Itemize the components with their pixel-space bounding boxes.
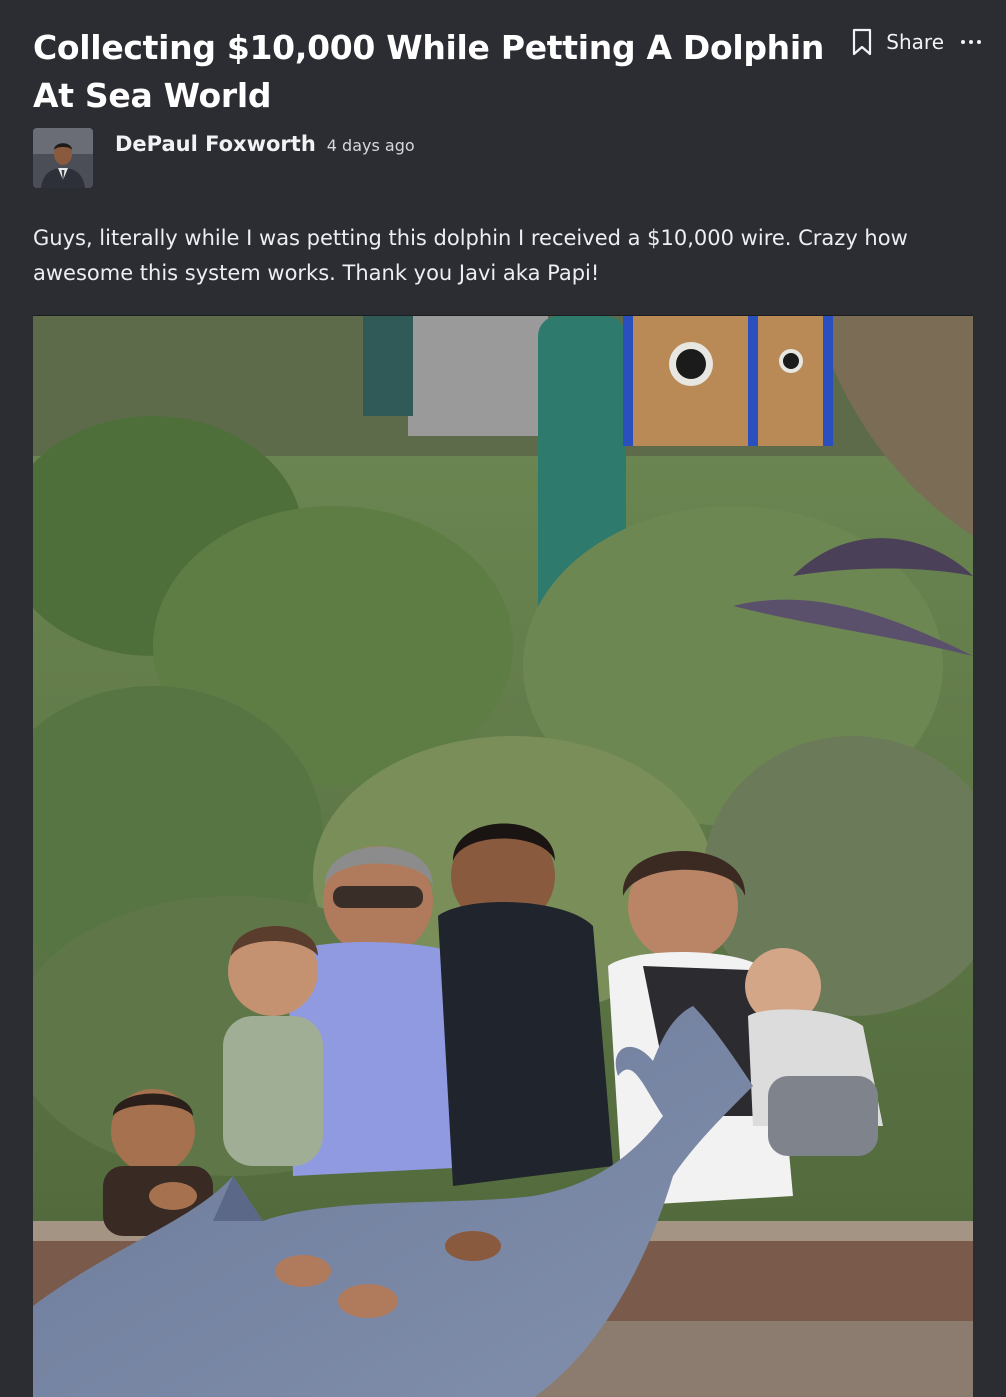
post-photo[interactable]	[33, 315, 973, 1397]
author-row: DePaul Foxworth 4 days ago	[33, 128, 415, 188]
more-options-button[interactable]	[958, 26, 984, 58]
bookmark-icon	[853, 28, 872, 56]
more-horizontal-icon	[961, 40, 981, 44]
post-timestamp: 4 days ago	[326, 136, 415, 155]
post-card: Collecting $10,000 While Petting A Dolph…	[0, 0, 1006, 1397]
author-name[interactable]: DePaul Foxworth	[115, 132, 316, 156]
post-actions: Share	[848, 24, 984, 60]
share-button[interactable]: Share	[886, 30, 944, 54]
post-title: Collecting $10,000 While Petting A Dolph…	[33, 28, 825, 115]
bookmark-button[interactable]	[848, 26, 876, 58]
post-body: Guys, literally while I was petting this…	[33, 226, 908, 285]
avatar[interactable]	[33, 128, 93, 188]
